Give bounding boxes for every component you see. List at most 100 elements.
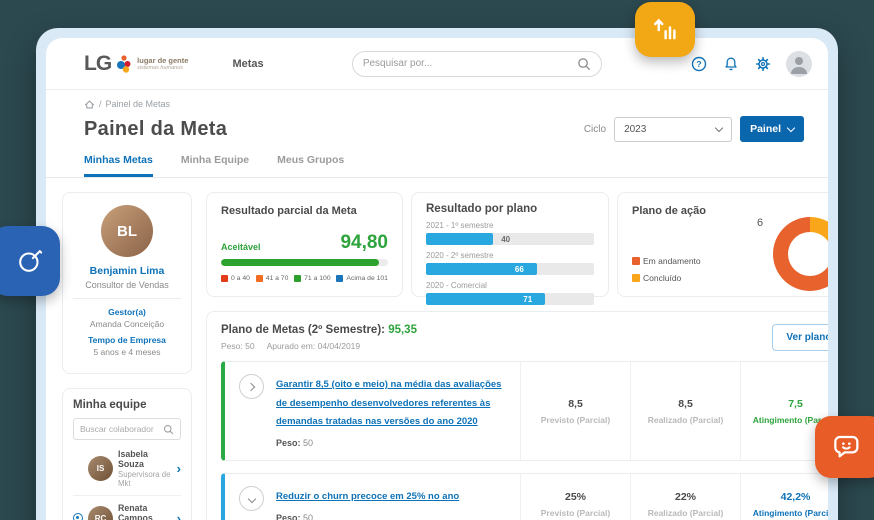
expand-goal-button[interactable] <box>239 374 264 399</box>
member-avatar: RC <box>88 506 113 520</box>
card-title: Resultado por plano <box>426 203 594 215</box>
partial-result-value: 94,80 <box>340 233 388 252</box>
profile-name[interactable]: Benjamin Lima <box>73 265 181 277</box>
page-title: Painel da Meta <box>84 118 227 141</box>
partial-progress-fill <box>221 259 379 266</box>
plan-bar-track: 66 <box>426 263 594 275</box>
plan-bar-label: 2020 - 2º semestre <box>426 251 594 260</box>
plan-bar-group: 2021 - 1º semestre 40 <box>426 221 594 245</box>
goal-link[interactable]: Garantir 8,5 (oito e meio) na média das … <box>276 379 501 427</box>
plan-bar-value: 71 <box>523 295 532 304</box>
goal-indicator-icon <box>73 513 83 520</box>
action-plan-card: Plano de ação 6 3 Em andamento Concluído <box>617 192 828 297</box>
plan-bar-label: 2020 - Comercial <box>426 281 594 290</box>
legend-swatch <box>632 274 640 282</box>
team-search[interactable] <box>73 418 181 440</box>
help-button[interactable]: ? <box>690 55 708 73</box>
search-icon <box>163 424 174 435</box>
metric-previsto: 8,5 Previsto (Parcial) <box>520 362 630 460</box>
cycle-label: Ciclo <box>584 124 606 135</box>
member-name: Isabela Souza <box>118 449 172 469</box>
app-window-frame: LG lugar de gente sistemas humanos Metas <box>36 28 838 520</box>
chevron-right-icon[interactable]: › <box>177 512 181 520</box>
legend-label: Em andamento <box>643 256 701 266</box>
home-icon[interactable] <box>84 99 95 110</box>
legend-swatch <box>294 275 301 282</box>
nav-item-metas[interactable]: Metas <box>232 58 263 70</box>
chevron-right-icon[interactable]: › <box>177 462 181 475</box>
metric-atingimento: 42,2% Atingimento (Parcial) <box>740 474 828 520</box>
card-title: Plano de ação <box>632 205 828 217</box>
plan-bar-track: 71 <box>426 293 594 305</box>
team-member-row[interactable]: IS Isabela Souza Supervisora de Mkt › <box>73 442 181 496</box>
search-input[interactable] <box>363 58 577 69</box>
partial-progress-track <box>221 259 388 266</box>
goal-metrics: 25% Previsto (Parcial) 22% Realizado (Pa… <box>520 474 828 520</box>
donut-chart: 6 3 <box>773 217 828 291</box>
profile-card: BL Benjamin Lima Consultor de Vendas Ges… <box>62 192 192 374</box>
user-avatar[interactable] <box>786 51 812 77</box>
goal-plan-score: 95,35 <box>388 324 417 336</box>
cycle-select[interactable]: 2023 <box>614 117 732 142</box>
goal-plan-date: Apurado em: 04/04/2019 <box>267 341 361 351</box>
plan-bar-value: 40 <box>501 235 510 244</box>
export-chart-icon <box>650 15 680 45</box>
goal-plan-header: Plano de Metas (2º Semestre): 95,35 Peso… <box>207 312 828 361</box>
breadcrumb-current[interactable]: Painel de Metas <box>106 99 171 109</box>
gear-icon <box>755 56 771 72</box>
support-chat-button[interactable] <box>815 416 874 478</box>
logo-dots-icon <box>116 54 132 74</box>
collapse-goal-button[interactable] <box>239 486 264 511</box>
chevron-down-icon <box>715 123 723 131</box>
donut-legend: Em andamento Concluído <box>632 256 701 283</box>
cycle-select-value: 2023 <box>624 124 646 135</box>
view-plans-button[interactable]: Ver planos <box>772 324 828 351</box>
page-header: Painel da Meta Ciclo 2023 Painel <box>46 110 828 142</box>
goal-plan-card: Plano de Metas (2º Semestre): 95,35 Peso… <box>206 311 828 520</box>
global-search[interactable] <box>352 51 602 77</box>
tab-meus-grupos[interactable]: Meus Grupos <box>277 154 344 177</box>
member-name: Renata Campos <box>118 503 172 520</box>
main-column: Resultado parcial da Meta Aceitável 94,8… <box>206 192 828 520</box>
goal-link[interactable]: Reduzir o churn precoce em 25% no ano <box>276 491 459 502</box>
main-content: BL Benjamin Lima Consultor de Vendas Ges… <box>46 178 828 520</box>
quick-edit-button[interactable] <box>0 226 60 296</box>
chat-smiley-icon <box>830 431 862 463</box>
lg-logo: LG lugar de gente sistemas humanos <box>84 52 188 76</box>
top-bar-actions: ? <box>690 51 812 77</box>
panel-button[interactable]: Painel <box>740 116 804 142</box>
breadcrumb-separator: / <box>99 99 102 109</box>
goal-weight: Peso: 50 <box>276 513 508 520</box>
logo-text: LG <box>84 52 111 76</box>
help-icon: ? <box>691 56 707 72</box>
search-icon <box>577 57 591 71</box>
legend-label: 71 a 100 <box>304 275 330 282</box>
team-card-title: Minha equipe <box>73 399 181 411</box>
result-by-plan-card: Resultado por plano 2021 - 1º semestre 4… <box>411 192 609 297</box>
plan-bar-label: 2021 - 1º semestre <box>426 221 594 230</box>
app-window: LG lugar de gente sistemas humanos Metas <box>46 38 828 520</box>
metric-previsto: 25% Previsto (Parcial) <box>520 474 630 520</box>
tab-minha-equipe[interactable]: Minha Equipe <box>181 154 249 177</box>
goal-weight: Peso: 50 <box>276 438 508 448</box>
legend-label: Concluído <box>643 273 681 283</box>
goal-metrics: 8,5 Previsto (Parcial) 8,5 Realizado (Pa… <box>520 362 828 460</box>
settings-button[interactable] <box>754 55 772 73</box>
plan-bar-group: 2020 - Comercial 71 <box>426 281 594 305</box>
export-results-button[interactable] <box>635 2 695 57</box>
top-bar: LG lugar de gente sistemas humanos Metas <box>46 38 828 90</box>
logo-tagline: lugar de gente sistemas humanos <box>137 56 188 72</box>
tenure-label: Tempo de Empresa <box>73 335 181 345</box>
stats-row: Resultado parcial da Meta Aceitável 94,8… <box>206 192 828 297</box>
team-member-row[interactable]: RC Renata Campos Gerente do RH › <box>73 496 181 520</box>
member-role: Supervisora de Mkt <box>118 470 172 488</box>
notifications-button[interactable] <box>722 55 740 73</box>
plan-bar-group: 2020 - 2º semestre 66 <box>426 251 594 275</box>
svg-text:?: ? <box>696 59 701 69</box>
legend-swatch <box>221 275 228 282</box>
team-search-input[interactable] <box>80 424 163 434</box>
goal-plan-weight: Peso: 50 <box>221 341 255 351</box>
tab-minhas-metas[interactable]: Minhas Metas <box>84 154 153 177</box>
team-card: Minha equipe IS Isabela Souza Supervisor… <box>62 388 192 520</box>
metric-realizado: 22% Realizado (Parcial) <box>630 474 740 520</box>
